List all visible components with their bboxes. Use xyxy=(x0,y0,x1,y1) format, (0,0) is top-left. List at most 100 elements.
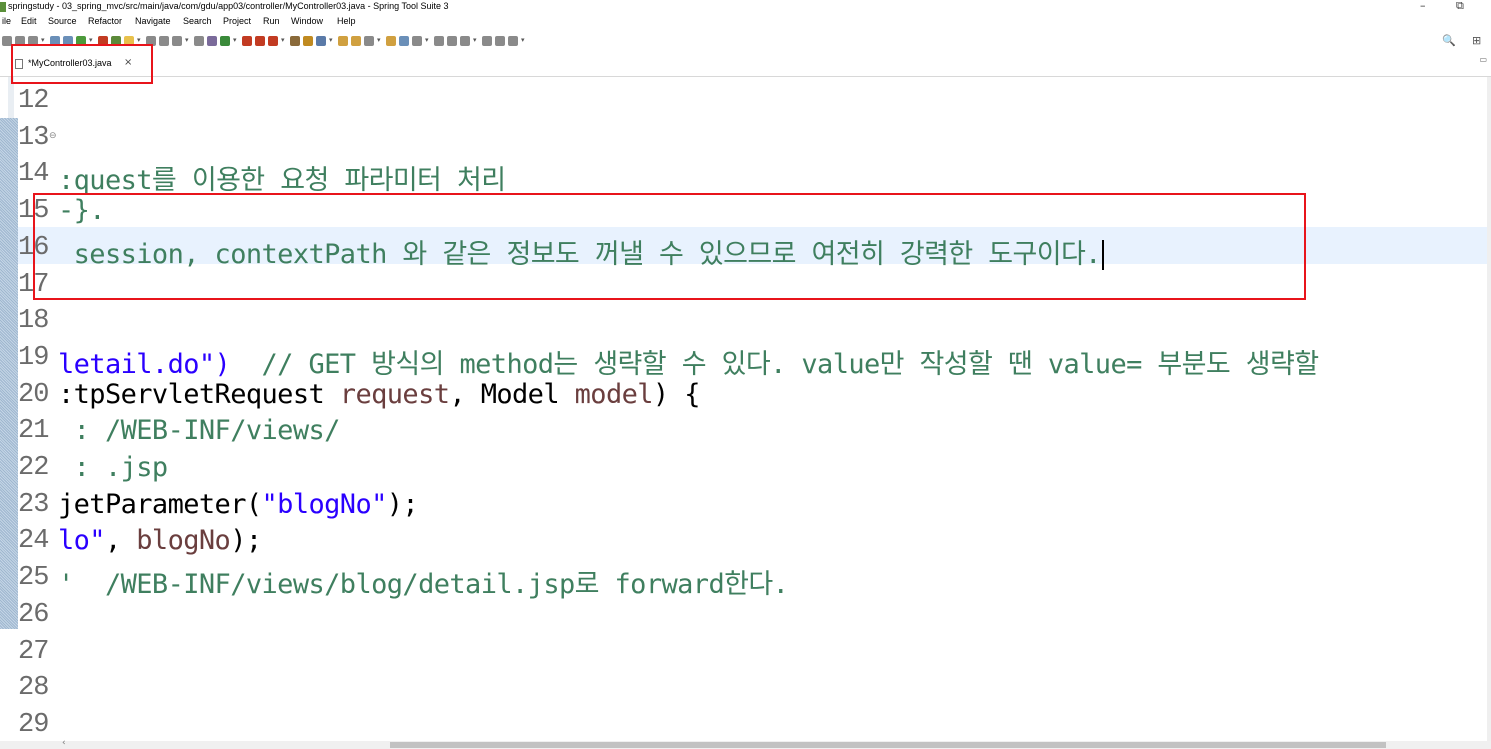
toolbar-button-icon[interactable] xyxy=(242,36,252,46)
vertical-scrollbar[interactable] xyxy=(1487,77,1491,741)
code-line[interactable]: 18 xyxy=(18,300,1491,337)
minimize-icon[interactable]: – xyxy=(1420,0,1426,12)
toolbar-button-icon[interactable] xyxy=(194,36,204,46)
toolbar-button-icon[interactable] xyxy=(290,36,300,46)
dropdown-arrow-icon[interactable]: ▾ xyxy=(281,36,285,44)
code-line[interactable]: 21 : /WEB-INF/views/ xyxy=(18,410,1491,447)
toolbar-button-icon[interactable] xyxy=(172,36,182,46)
code-token: , Model xyxy=(449,378,575,410)
code-token: request xyxy=(339,378,450,410)
restore-icon[interactable]: ⧉ xyxy=(1456,0,1464,13)
code-line[interactable]: 29 xyxy=(18,704,1491,741)
dropdown-arrow-icon[interactable]: ▾ xyxy=(233,36,237,44)
toolbar-button-icon[interactable] xyxy=(386,36,396,46)
code-line[interactable]: 26 xyxy=(18,594,1491,631)
scroll-left-icon[interactable]: ‹ xyxy=(62,738,66,748)
line-number: 18 xyxy=(18,306,49,337)
dropdown-arrow-icon[interactable]: ▾ xyxy=(185,36,189,44)
code-token: model xyxy=(574,378,654,410)
line-number: 22 xyxy=(18,453,49,483)
code-token: : .jsp xyxy=(58,452,169,483)
line-number: 29 xyxy=(18,709,49,740)
code-token: :tpServletRequest xyxy=(58,378,340,410)
code-line[interactable]: 20 :tpServletRequest request, Model model… xyxy=(18,374,1491,411)
dropdown-arrow-icon[interactable]: ▾ xyxy=(425,36,429,44)
toolbar-button-icon[interactable] xyxy=(508,36,518,46)
horizontal-scrollbar[interactable]: ‹ xyxy=(0,738,1491,749)
code-token: , xyxy=(104,525,137,557)
code-token: lo" xyxy=(58,525,106,557)
menu-project[interactable]: Project xyxy=(223,16,251,26)
code-text: : .jsp xyxy=(58,452,169,483)
code-line[interactable]: 12 xyxy=(18,80,1491,117)
code-line[interactable]: 14:quest를 이용한 요청 파라미터 처리 xyxy=(18,153,1491,196)
toolbar-button-icon[interactable] xyxy=(159,36,169,46)
toolbar-button-icon[interactable] xyxy=(338,36,348,46)
line-number: 24 xyxy=(18,526,49,557)
menu-search[interactable]: Search xyxy=(183,16,212,26)
code-line[interactable]: 27 xyxy=(18,631,1491,668)
menu-source[interactable]: Source xyxy=(48,16,77,26)
line-number: 26 xyxy=(18,599,49,630)
tab-highlight-box xyxy=(11,44,153,84)
menu-navigate[interactable]: Navigate xyxy=(135,16,171,26)
dropdown-arrow-icon[interactable]: ▾ xyxy=(329,36,333,44)
code-token: jetParameter( xyxy=(58,488,262,520)
toolbar-button-icon[interactable] xyxy=(207,36,217,46)
open-perspective-icon[interactable]: ⊞ xyxy=(1472,34,1481,47)
line-number: 13 xyxy=(18,122,49,153)
toolbar-button-icon[interactable] xyxy=(460,36,470,46)
code-line[interactable]: 22 : .jsp xyxy=(18,447,1491,484)
toolbar: 🔍 ⊞ ▾ ▾ ▾ ▾ ▾ ▾ ▾ ▾ ▾ ▾ ▾ xyxy=(0,32,1491,52)
toolbar-button-icon[interactable] xyxy=(434,36,444,46)
line-number: 28 xyxy=(18,673,49,704)
dropdown-arrow-icon[interactable]: ▾ xyxy=(473,36,477,44)
title-bar: springstudy - 03_spring_mvc/src/main/jav… xyxy=(0,0,1491,15)
code-line[interactable]: 28 xyxy=(18,667,1491,704)
menu-run[interactable]: Run xyxy=(263,16,280,26)
line-number: 19 xyxy=(18,342,49,373)
code-line[interactable]: 19 letail.do") // GET 방식의 method는 생략할 수 있… xyxy=(18,337,1491,380)
menu-refactor[interactable]: Refactor xyxy=(88,16,122,26)
code-text: jetParameter("blogNo"); xyxy=(58,488,419,520)
toolbar-button-icon[interactable] xyxy=(255,36,265,46)
dropdown-arrow-icon[interactable]: ▾ xyxy=(377,36,381,44)
code-line[interactable]: 13 ⊖ xyxy=(18,117,1491,154)
line-number: 20 xyxy=(18,379,49,410)
dropdown-arrow-icon[interactable]: ▾ xyxy=(137,36,141,44)
line-number: 25 xyxy=(18,563,49,594)
menu-edit[interactable]: Edit xyxy=(21,16,37,26)
menu-file[interactable]: ile xyxy=(2,16,11,26)
toolbar-button-icon[interactable] xyxy=(364,36,374,46)
maximize-editor-icon[interactable]: ▭ xyxy=(1479,55,1487,64)
code-line[interactable]: 23 jetParameter("blogNo"); xyxy=(18,484,1491,521)
code-line[interactable]: 25 ' /WEB-INF/views/blog/detail.jsp로 forw… xyxy=(18,557,1491,600)
toolbar-button-icon[interactable] xyxy=(316,36,326,46)
dropdown-arrow-icon[interactable]: ▾ xyxy=(41,36,45,44)
toolbar-button-icon[interactable] xyxy=(220,36,230,46)
menu-window[interactable]: Window xyxy=(291,16,323,26)
line-number: 21 xyxy=(18,416,49,447)
horizontal-scroll-thumb[interactable] xyxy=(390,742,1386,748)
toolbar-button-icon[interactable] xyxy=(482,36,492,46)
toolbar-button-icon[interactable] xyxy=(495,36,505,46)
code-text: lo", blogNo); xyxy=(58,525,262,556)
code-token: ); xyxy=(230,525,262,557)
line-number: 12 xyxy=(18,86,49,116)
line-number: 23 xyxy=(18,489,49,520)
window-title: springstudy - 03_spring_mvc/src/main/jav… xyxy=(8,1,449,11)
toolbar-button-icon[interactable] xyxy=(351,36,361,46)
toolbar-button-icon[interactable] xyxy=(412,36,422,46)
toolbar-button-icon[interactable] xyxy=(303,36,313,46)
code-text: : /WEB-INF/views/ xyxy=(58,415,341,446)
fold-toggle-icon[interactable]: ⊖ xyxy=(49,131,57,141)
menu-help[interactable]: Help xyxy=(337,16,356,26)
dropdown-arrow-icon[interactable]: ▾ xyxy=(521,36,525,44)
toolbar-button-icon[interactable] xyxy=(399,36,409,46)
dropdown-arrow-icon[interactable]: ▾ xyxy=(89,36,93,44)
code-editor[interactable]: 12 13 ⊖ 14:quest를 이용한 요청 파라미터 처리 15 -}. 16 ses… xyxy=(0,77,1491,741)
search-icon[interactable]: 🔍 xyxy=(1442,34,1456,47)
toolbar-button-icon[interactable] xyxy=(447,36,457,46)
code-line[interactable]: 24 lo", blogNo); xyxy=(18,520,1491,557)
toolbar-button-icon[interactable] xyxy=(268,36,278,46)
